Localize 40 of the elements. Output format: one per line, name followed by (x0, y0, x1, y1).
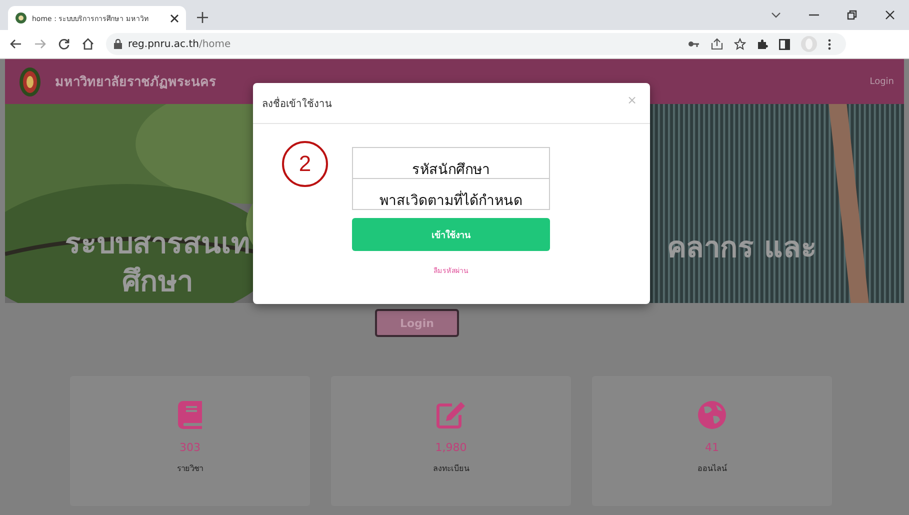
hero-heading: คลากร และ (667, 229, 818, 266)
hero-heading: ระบบสารสนเท (65, 225, 250, 262)
home-icon[interactable] (82, 38, 94, 50)
globe-icon (698, 401, 726, 429)
side-panel-icon[interactable] (779, 38, 790, 50)
share-icon[interactable] (711, 38, 723, 50)
star-icon[interactable] (734, 38, 746, 50)
emblem-icon (19, 66, 41, 96)
submit-button[interactable]: เข้าใช้งาน (352, 218, 550, 251)
reload-icon[interactable] (58, 38, 70, 50)
puzzle-icon[interactable] (757, 38, 768, 50)
stat-value: 41 (705, 441, 719, 454)
stat-value: 303 (180, 441, 200, 454)
stat-label: ออนไลน์ (698, 462, 726, 475)
close-button[interactable]: × (626, 93, 637, 107)
input-field[interactable]: รหัสนักศึกษา (352, 147, 550, 179)
key-icon[interactable] (688, 40, 700, 48)
stat-value: 1,980 (435, 441, 467, 454)
login-link[interactable]: Login (870, 76, 894, 86)
step-marker: 2 (282, 141, 328, 187)
input-field[interactable]: พาสเวิดตามที่ได้กำหนด (352, 178, 550, 210)
book-icon (178, 401, 202, 429)
menu-icon[interactable] (828, 38, 831, 50)
restore-icon[interactable] (847, 10, 857, 20)
hero-heading: ศึกษา (122, 263, 193, 300)
close-icon[interactable] (170, 14, 179, 22)
close-icon[interactable] (885, 10, 895, 20)
chevron-down-icon[interactable] (771, 12, 781, 18)
back-icon[interactable] (10, 39, 22, 49)
site-name: มหาวิทยาลัยราชภัฏพระนคร (55, 74, 216, 92)
stat-label: ลงทะเบียน (433, 463, 469, 475)
dialog-title: ลงชื่อเข้าใช้งาน (262, 96, 332, 110)
url-text: reg.pnru.ac.th/home (128, 38, 231, 50)
lock-icon (114, 39, 122, 49)
address-field[interactable]: reg.pnru.ac.th/home (106, 33, 846, 55)
emblem-icon (15, 12, 27, 24)
new-tab-icon[interactable] (197, 12, 208, 23)
stat-label: รายวิชา (177, 463, 203, 475)
minimize-icon[interactable] (809, 14, 819, 16)
edit-icon (436, 401, 466, 429)
